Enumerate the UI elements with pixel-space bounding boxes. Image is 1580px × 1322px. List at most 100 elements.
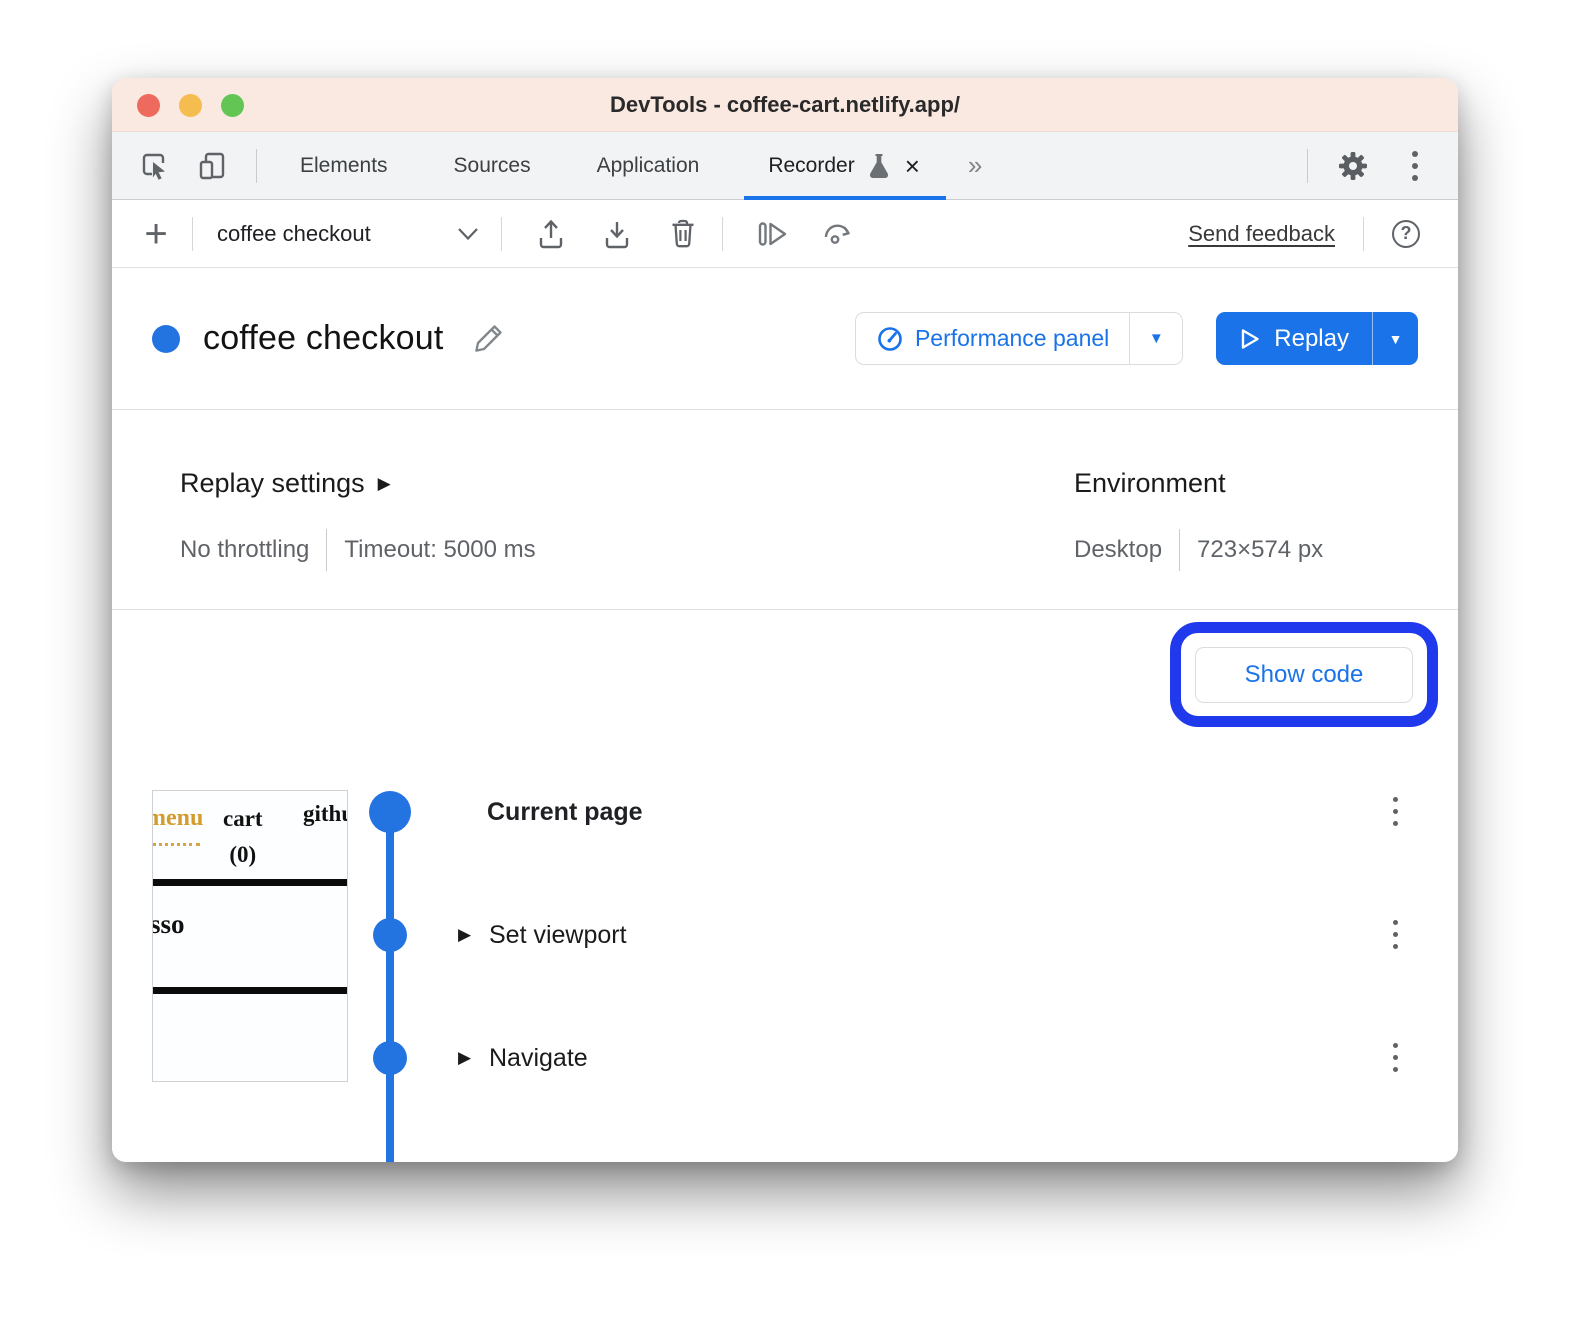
upload-icon [536,218,566,250]
devtools-menu-button[interactable] [1406,147,1424,185]
thumbnail-cart-text: cart (0) [223,801,263,872]
toolbar-separator [722,217,723,251]
step-label: Current page [487,798,643,827]
chevron-down-icon [457,227,479,241]
recording-status-dot [152,325,180,353]
toolbar-right: Send feedback ? [1188,217,1458,251]
timeline-dot-current-page[interactable] [369,791,411,833]
replay-loop-button[interactable] [821,217,855,251]
step-menu-button[interactable] [1389,920,1401,949]
traffic-lights [137,78,244,132]
recording-title: coffee checkout [203,319,444,358]
tab-label: Recorder [768,154,854,178]
thumbnail-espresso-text: sso [152,909,185,940]
recording-select-value: coffee checkout [217,221,371,247]
expand-step-icon[interactable]: ▶ [458,925,474,945]
inspect-cursor-icon [139,150,171,182]
replay-settings-section: Replay settings ▶ No throttling Timeout:… [112,410,1458,610]
tab-application[interactable]: Application [564,132,733,199]
settings-button[interactable] [1336,149,1370,183]
close-window-button[interactable] [137,94,160,117]
thumbnail-divider [153,987,347,994]
expand-step-icon[interactable]: ▶ [458,1048,474,1068]
add-recording-button[interactable]: + [142,218,170,250]
toolbar-separator [1363,217,1364,251]
throttling-value: No throttling [180,536,309,564]
pencil-icon [470,321,506,357]
performance-panel-label: Performance panel [915,325,1109,352]
edit-title-button[interactable] [470,321,506,357]
replay-button[interactable]: Replay [1216,312,1372,365]
import-recording-button[interactable] [600,217,634,251]
help-icon[interactable]: ? [1392,220,1420,248]
thumbnail-menu-subtext [152,843,200,846]
tabbar-separator [1307,149,1308,183]
tab-label: Application [597,154,700,178]
step-menu-button[interactable] [1389,797,1401,826]
timeout-value: Timeout: 5000 ms [344,536,535,564]
environment-values: Desktop 723×574 px [1074,528,1323,572]
timeline-dot-navigate[interactable] [373,1041,407,1075]
step-menu-button[interactable] [1389,1043,1401,1072]
devtools-tabbar: Elements Sources Application Recorder × … [112,132,1458,200]
value-separator [1179,529,1180,571]
step-row-current-page[interactable]: Current page [487,790,643,834]
inspect-element-button[interactable] [138,149,172,183]
experiment-flask-icon [866,152,892,180]
step-label: Set viewport [489,921,627,950]
caret-down-icon: ▼ [1389,331,1403,347]
more-tabs-chevron-icon[interactable]: » [968,150,980,181]
device-toolbar-icon [197,150,229,182]
minimize-window-button[interactable] [179,94,202,117]
trash-icon [668,217,698,251]
replay-arrow-icon [819,218,857,250]
send-feedback-link[interactable]: Send feedback [1188,221,1335,247]
thumbnail-divider [153,879,347,886]
replay-settings-values: No throttling Timeout: 5000 ms [180,528,536,572]
replay-split-button: Replay ▼ [1216,312,1418,365]
thumbnail-github-text: github [303,801,348,827]
close-recorder-tab-icon[interactable]: × [903,153,922,179]
replay-label: Replay [1274,325,1349,353]
toggle-device-toolbar-button[interactable] [196,149,230,183]
performance-panel-dropdown[interactable]: ▼ [1130,313,1182,364]
thumbnail-menu-text: menu [152,805,203,832]
step-row-navigate[interactable]: ▶ Navigate [458,1036,588,1080]
replay-settings-expander[interactable]: Replay settings ▶ [180,468,391,499]
export-recording-button[interactable] [534,217,568,251]
window-title: DevTools - coffee-cart.netlify.app/ [610,92,960,118]
performance-panel-split-button: Performance panel ▼ [855,312,1183,365]
step-row-set-viewport[interactable]: ▶ Set viewport [458,913,627,957]
performance-panel-button[interactable]: Performance panel [856,313,1129,364]
step-replay-button[interactable] [755,217,789,251]
environment-heading: Environment [1074,468,1226,499]
show-code-button[interactable]: Show code [1195,647,1413,703]
delete-recording-button[interactable] [666,217,700,251]
desktop-background: DevTools - coffee-cart.netlify.app/ [0,0,1580,1322]
timeline-line [386,812,394,1162]
replay-settings-heading: Replay settings [180,468,365,499]
play-step-icon [755,218,789,250]
tab-label: Elements [300,154,388,178]
recording-select[interactable]: coffee checkout [217,221,479,247]
tab-recorder[interactable]: Recorder × [744,132,946,199]
active-tab-indicator [744,196,946,200]
show-code-highlight-ring: Show code [1170,622,1438,727]
tabbar-right-controls [1281,147,1458,185]
timeline-dot-set-viewport[interactable] [373,918,407,952]
tabbar-separator [256,149,257,183]
step-screenshot-thumbnail[interactable]: menu cart (0) github sso [152,790,348,1082]
devtools-window: DevTools - coffee-cart.netlify.app/ [112,78,1458,1162]
gear-icon [1336,149,1370,183]
tab-sources[interactable]: Sources [421,132,564,199]
tab-elements[interactable]: Elements [267,132,421,199]
step-label: Navigate [489,1044,588,1073]
play-outline-icon [1239,327,1261,351]
fullscreen-window-button[interactable] [221,94,244,117]
value-separator [326,529,327,571]
recorder-toolbar: + coffee checkout [112,200,1458,268]
tab-label: Sources [454,154,531,178]
download-icon [602,218,632,250]
replay-dropdown[interactable]: ▼ [1373,312,1418,365]
toolbar-separator [501,217,502,251]
